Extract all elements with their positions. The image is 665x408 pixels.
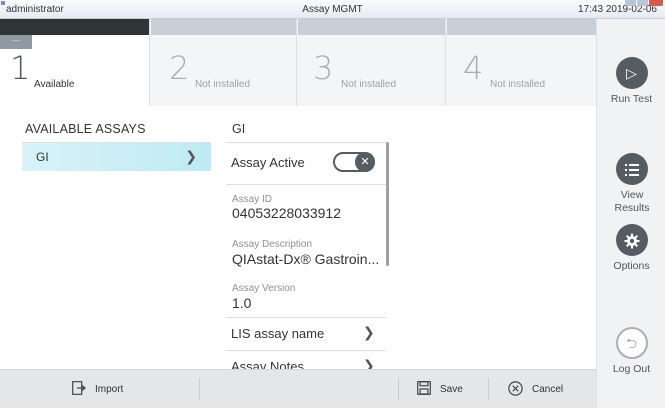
assay-list-item[interactable]: GI ❯ (22, 143, 211, 171)
close-icon[interactable] (649, 0, 663, 6)
divider (226, 184, 386, 185)
title-bar: administrator Assay MGMT 17:43 2019-02-0… (0, 0, 665, 19)
assay-description-label: Assay Description (232, 239, 313, 250)
assay-description-value: QIAstat-Dx® Gastroin... (232, 251, 380, 267)
options-label: Options (613, 260, 650, 272)
module-status: Not installed (341, 79, 397, 90)
module-tab-2[interactable]: 2 Not installed (151, 19, 297, 106)
window-title: Assay MGMT (302, 4, 363, 15)
save-label: Save (440, 384, 463, 395)
play-icon: ▷ (615, 57, 648, 89)
assay-active-toggle[interactable]: ✕ (333, 152, 375, 172)
import-icon (72, 381, 86, 398)
module-tab-4[interactable]: 4 Not installed (447, 19, 596, 106)
assay-details-panel: GI Assay Active ✕ Assay ID 0405322803391… (211, 106, 391, 369)
divider (199, 378, 200, 401)
save-button[interactable]: Save (417, 370, 463, 408)
module-status: Available (34, 79, 75, 90)
view-results-label: View Results (614, 189, 650, 214)
assay-active-label: Assay Active (231, 155, 305, 170)
assay-id-label: Assay ID (232, 194, 273, 205)
assay-version-value: 1.0 (232, 295, 252, 311)
sidebar: ▷ Run Test View Results Options ⮌ Log Ou… (596, 19, 665, 408)
divider (226, 350, 386, 351)
divider (226, 142, 386, 143)
assay-version-label: Assay Version (232, 283, 296, 294)
gear-icon (615, 224, 648, 256)
log-out-label: Log Out (612, 363, 651, 375)
log-out-button[interactable]: ⮌ Log Out (597, 327, 665, 376)
current-user: administrator (6, 4, 64, 15)
cancel-label: Cancel (532, 384, 564, 395)
module-status-bar (447, 19, 596, 35)
options-button[interactable]: Options (597, 224, 665, 273)
close-icon: ✕ (355, 152, 375, 172)
module-tab-3[interactable]: 3 Not installed (298, 19, 446, 106)
available-assays-header: AVAILABLE ASSAYS (25, 122, 146, 136)
assay-list-item-label: GI (36, 150, 49, 164)
assay-details-header: GI (232, 122, 246, 136)
details-scrollbar[interactable] (386, 142, 389, 266)
chevron-right-icon: ❯ (185, 148, 197, 164)
module-status-bar (298, 19, 445, 35)
module-status: Not installed (195, 79, 251, 90)
module-number: 3 (313, 49, 334, 87)
logout-icon: ⮌ (615, 327, 648, 359)
view-results-button[interactable]: View Results (597, 153, 665, 215)
divider (226, 317, 386, 318)
module-tabs: --- 1 Available 2 Not installed 3 Not in… (0, 19, 596, 106)
module-status: Not installed (490, 79, 546, 90)
module-status-bar (0, 19, 149, 35)
chevron-right-icon: ❯ (363, 324, 375, 340)
assay-notes-row[interactable]: Assay Notes (231, 359, 304, 369)
module-status-bar (151, 19, 296, 35)
content-area (391, 106, 596, 369)
lis-assay-name-row[interactable]: LIS assay name (231, 326, 324, 341)
available-assays-panel: AVAILABLE ASSAYS GI ❯ (0, 106, 211, 369)
run-test-button[interactable]: ▷ Run Test (597, 57, 665, 106)
cancel-icon (508, 380, 523, 399)
cancel-button[interactable]: Cancel (508, 370, 563, 408)
maximize-icon[interactable] (637, 0, 648, 6)
minimize-icon[interactable] (625, 0, 636, 6)
module-number: 2 (169, 49, 190, 87)
chevron-right-icon: ❯ (363, 357, 375, 369)
module-tab-1[interactable]: --- 1 Available (0, 19, 150, 106)
divider (398, 378, 399, 401)
save-icon (417, 381, 431, 398)
module-tag: --- (0, 35, 32, 49)
import-button[interactable]: Import (72, 370, 123, 408)
module-number: 1 (10, 49, 31, 87)
import-label: Import (95, 384, 124, 395)
module-number: 4 (463, 49, 484, 87)
run-test-label: Run Test (610, 93, 653, 105)
list-icon (615, 153, 648, 185)
assay-id-value: 04053228033912 (232, 205, 342, 221)
window-controls (625, 0, 663, 6)
divider (488, 378, 489, 401)
bottom-toolbar: Import Save Cancel (0, 369, 596, 408)
app-icon (1, 1, 5, 5)
